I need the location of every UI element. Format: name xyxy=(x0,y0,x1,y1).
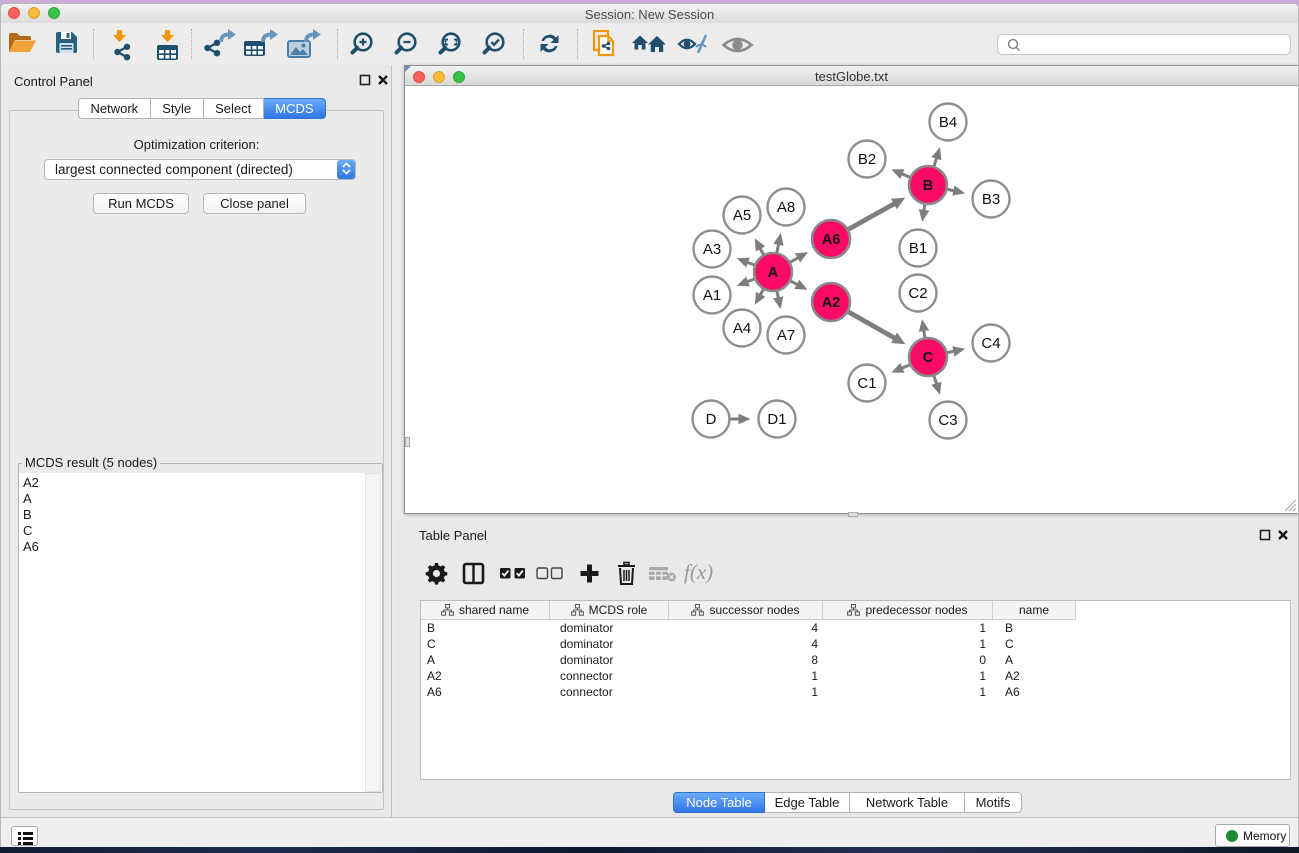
svg-text:A: A xyxy=(768,265,779,281)
svg-text:D: D xyxy=(706,411,717,428)
svg-text:B3: B3 xyxy=(982,191,1000,208)
svg-text:C: C xyxy=(923,350,934,366)
svg-text:A4: A4 xyxy=(733,320,751,337)
svg-text:A3: A3 xyxy=(703,241,721,258)
svg-text:A8: A8 xyxy=(777,199,795,216)
svg-text:A5: A5 xyxy=(733,207,751,224)
svg-text:A6: A6 xyxy=(822,232,841,248)
svg-text:B2: B2 xyxy=(858,151,876,168)
svg-text:C3: C3 xyxy=(938,412,957,429)
svg-text:C1: C1 xyxy=(857,375,876,392)
svg-text:A1: A1 xyxy=(703,287,721,304)
svg-text:B: B xyxy=(923,178,933,194)
svg-text:B4: B4 xyxy=(939,114,957,131)
svg-text:B1: B1 xyxy=(909,240,927,257)
svg-text:C4: C4 xyxy=(981,335,1000,352)
svg-text:D1: D1 xyxy=(767,411,786,428)
svg-text:A2: A2 xyxy=(822,295,841,311)
svg-text:A7: A7 xyxy=(777,327,795,344)
svg-text:C2: C2 xyxy=(908,285,927,302)
